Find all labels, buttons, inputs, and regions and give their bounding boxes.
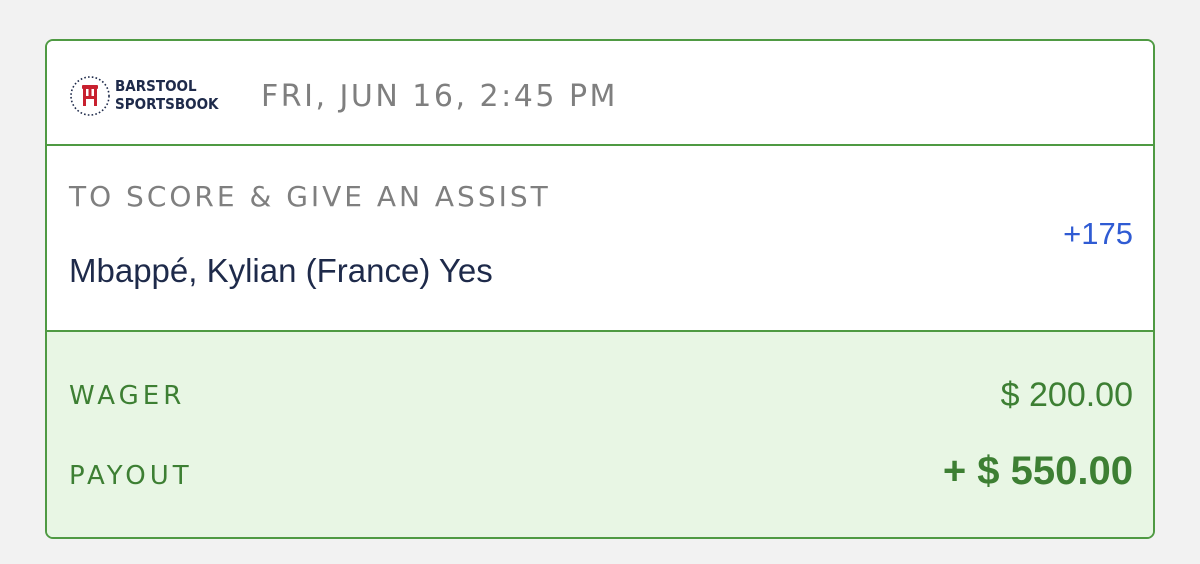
ticket-header: BARSTOOL SPORTSBOOK FRI, JUN 16, 2:45 PM — [47, 41, 1153, 146]
bet-timestamp: FRI, JUN 16, 2:45 PM — [261, 79, 618, 114]
bet-details: TO SCORE & GIVE AN ASSIST Mbappé, Kylian… — [47, 146, 1153, 332]
brand-name: BARSTOOL SPORTSBOOK — [115, 77, 219, 113]
wager-label: WAGER — [69, 381, 186, 411]
bet-ticket: BARSTOOL SPORTSBOOK FRI, JUN 16, 2:45 PM… — [45, 39, 1155, 539]
bet-summary: WAGER $ 200.00 PAYOUT + $ 550.00 — [47, 332, 1153, 537]
brand-line-1: BARSTOOL — [115, 77, 197, 95]
payout-label: PAYOUT — [69, 461, 193, 491]
market-name: TO SCORE & GIVE AN ASSIST — [69, 180, 551, 213]
barstool-logo-icon — [70, 76, 110, 116]
wager-amount: $ 200.00 — [1000, 376, 1133, 414]
bet-selection: Mbappé, Kylian (France) Yes — [69, 252, 493, 289]
bet-odds: +175 — [1063, 216, 1133, 251]
payout-amount: + $ 550.00 — [942, 449, 1133, 493]
brand-line-2: SPORTSBOOK — [115, 95, 219, 113]
barstool-sportsbook-logo: BARSTOOL SPORTSBOOK — [69, 75, 239, 119]
